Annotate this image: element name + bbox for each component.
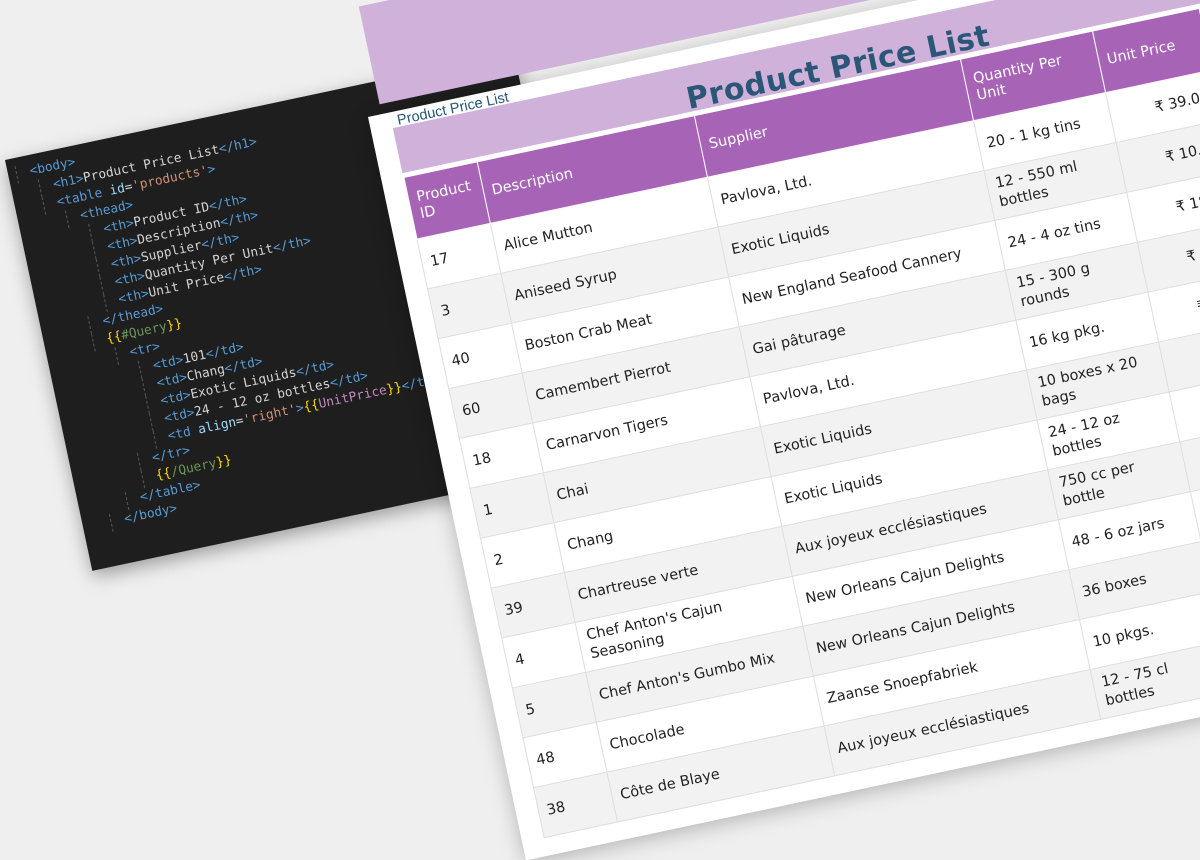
code-token: </body> [122, 500, 179, 527]
code-token: > [206, 161, 217, 178]
product-price-document: Product Price List Product Price List Pr… [358, 0, 1200, 860]
code-line: </body> [123, 500, 180, 529]
code-token: }} [165, 315, 184, 334]
code-token: </th> [271, 233, 313, 257]
code-token: <td [166, 422, 200, 444]
code-token: </h1> [217, 134, 259, 158]
code-token: }} [214, 452, 233, 471]
